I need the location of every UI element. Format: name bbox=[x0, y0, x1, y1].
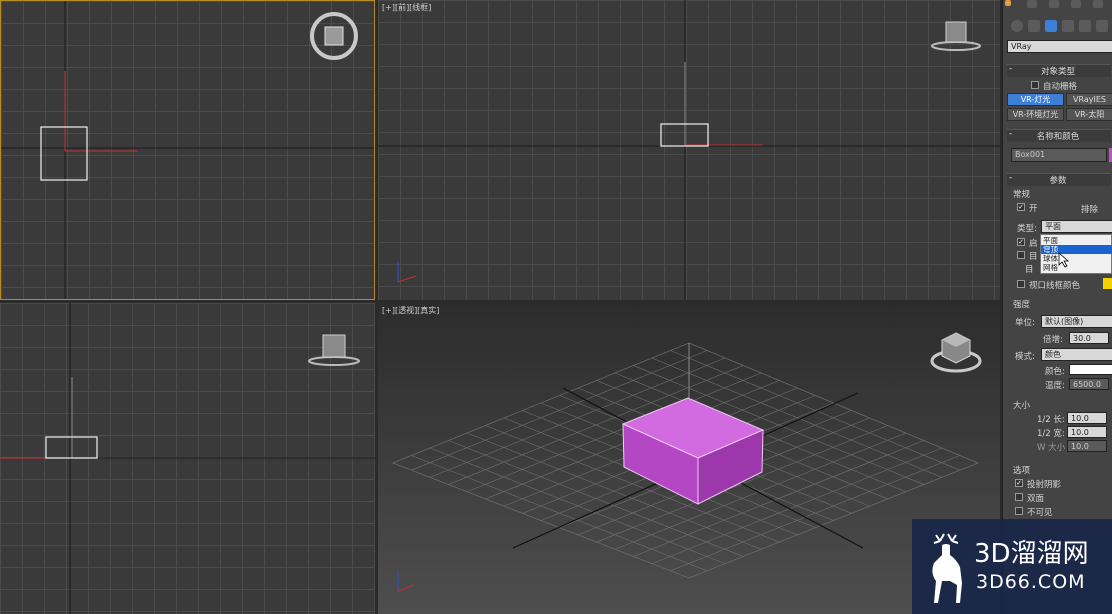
target-label: 目 bbox=[1029, 252, 1038, 262]
multiplier-label: 倍增: bbox=[1043, 335, 1063, 345]
light-type-dropdown-list[interactable]: 平面 穹顶 球体 网格 bbox=[1040, 234, 1112, 274]
viewport-perspective[interactable]: [+][透视][真实] bbox=[378, 303, 1000, 614]
viewcube-left-icon[interactable] bbox=[307, 333, 361, 367]
light-color-swatch[interactable] bbox=[1069, 364, 1112, 375]
enable-label: 启 bbox=[1029, 239, 1038, 249]
geometry-icon[interactable] bbox=[1011, 20, 1023, 32]
viewcube-front-icon[interactable] bbox=[930, 18, 982, 52]
cast-shadows-label: 投射阴影 bbox=[1027, 480, 1062, 490]
invisible-checkbox[interactable] bbox=[1015, 507, 1023, 515]
target-checkbox[interactable] bbox=[1017, 251, 1025, 259]
mode-dropdown[interactable]: 颜色 bbox=[1041, 348, 1112, 361]
viewport-front-drawing bbox=[378, 0, 1000, 300]
shapes-icon[interactable] bbox=[1028, 20, 1040, 32]
on-label: 开 bbox=[1029, 204, 1038, 214]
half-length-label: 1/2 长: bbox=[1037, 415, 1065, 425]
renderer-category-dropdown[interactable]: VRay bbox=[1007, 40, 1112, 53]
on-checkbox[interactable]: ✓ bbox=[1017, 203, 1025, 211]
object-type-title: 对象类型 bbox=[1040, 67, 1075, 77]
unit-dropdown[interactable]: 默认(图像) bbox=[1041, 315, 1112, 328]
w-size-field[interactable]: 10.0 bbox=[1067, 440, 1107, 452]
deer-logo-icon bbox=[932, 533, 962, 603]
color-label: 颜色: bbox=[1045, 367, 1065, 377]
dropdown-option-dome[interactable]: 穹顶 bbox=[1041, 245, 1112, 254]
auto-grid-checkbox[interactable] bbox=[1031, 81, 1039, 89]
temperature-field[interactable]: 6500.0 bbox=[1069, 378, 1109, 390]
helpers-icon[interactable] bbox=[1079, 20, 1091, 32]
viewport-wire-color-label: 视口线框颜色 bbox=[1029, 281, 1081, 291]
unit-label: 单位: bbox=[1015, 318, 1035, 328]
motion-icon[interactable] bbox=[1071, 0, 1081, 8]
object-name-field[interactable]: Box001 bbox=[1011, 148, 1107, 162]
viewcube-top-icon[interactable] bbox=[307, 9, 361, 63]
viewcube-perspective-icon[interactable] bbox=[928, 329, 984, 377]
vr-ambient-light-button[interactable]: VR-环境灯光 bbox=[1007, 108, 1064, 121]
viewport-left[interactable] bbox=[0, 303, 375, 614]
half-width-field[interactable]: 10.0 bbox=[1067, 426, 1107, 438]
mouse-cursor-icon bbox=[1058, 252, 1070, 268]
dropdown-option-sphere[interactable]: 球体 bbox=[1041, 254, 1112, 263]
perspective-grid bbox=[391, 342, 980, 592]
w-size-label: W 大小 bbox=[1037, 443, 1066, 453]
cameras-icon[interactable] bbox=[1062, 20, 1074, 32]
enable-checkbox[interactable]: ✓ bbox=[1017, 238, 1025, 246]
name-color-title: 名称和颜色 bbox=[1036, 132, 1080, 142]
half-width-label: 1/2 宽: bbox=[1037, 429, 1065, 439]
mode-label: 模式: bbox=[1015, 352, 1035, 362]
app-root: [+][前][线框] [+][透视][真实] VRay - 对象类型 自动栅格 … bbox=[0, 0, 1112, 614]
type-label: 类型: bbox=[1017, 224, 1037, 234]
watermark-title: 3D溜溜网 bbox=[974, 539, 1089, 569]
display-icon[interactable] bbox=[1093, 0, 1103, 8]
light-type-dropdown[interactable]: 平面 bbox=[1041, 220, 1112, 233]
params-title: 参数 bbox=[1049, 176, 1067, 186]
lights-icon[interactable] bbox=[1045, 20, 1057, 32]
options-group-label: 选项 bbox=[1013, 466, 1031, 476]
target-distance-label: 目 bbox=[1025, 265, 1034, 275]
watermark: 3D溜溜网 3D66.COM bbox=[912, 519, 1112, 614]
wire-color-swatch[interactable] bbox=[1103, 278, 1112, 289]
double-sided-checkbox[interactable] bbox=[1015, 493, 1023, 501]
modify-icon[interactable] bbox=[1027, 0, 1037, 8]
viewport-wire-color-checkbox[interactable] bbox=[1017, 280, 1025, 288]
exclude-button[interactable]: 排除 bbox=[1081, 203, 1098, 215]
vr-sun-button[interactable]: VR-太阳 bbox=[1066, 108, 1112, 121]
general-group-label: 常规 bbox=[1013, 190, 1031, 200]
temperature-label: 温度: bbox=[1045, 381, 1065, 391]
invisible-label: 不可见 bbox=[1027, 508, 1053, 518]
dropdown-option-plane[interactable]: 平面 bbox=[1041, 236, 1112, 245]
watermark-url: 3D66.COM bbox=[976, 571, 1086, 593]
intensity-group-label: 强度 bbox=[1013, 300, 1031, 310]
cast-shadows-checkbox[interactable]: ✓ bbox=[1015, 479, 1023, 487]
half-length-field[interactable]: 10.0 bbox=[1067, 412, 1107, 424]
dropdown-option-mesh[interactable]: 网格 bbox=[1041, 263, 1112, 272]
spacewarps-icon[interactable] bbox=[1096, 20, 1108, 32]
auto-grid-label: 自动栅格 bbox=[1043, 82, 1078, 92]
size-group-label: 大小 bbox=[1013, 401, 1031, 411]
light-bulb-icon[interactable] bbox=[1005, 0, 1011, 6]
vr-light-button[interactable]: VR-灯光 bbox=[1007, 93, 1064, 106]
viewport-front[interactable]: [+][前][线框] bbox=[378, 0, 1000, 300]
hierarchy-icon[interactable] bbox=[1049, 0, 1059, 8]
vrayies-button[interactable]: VRayIES bbox=[1066, 93, 1112, 106]
multiplier-field[interactable]: 30.0 bbox=[1069, 332, 1109, 344]
viewport-top[interactable] bbox=[0, 0, 375, 300]
double-sided-label: 双面 bbox=[1027, 494, 1045, 504]
